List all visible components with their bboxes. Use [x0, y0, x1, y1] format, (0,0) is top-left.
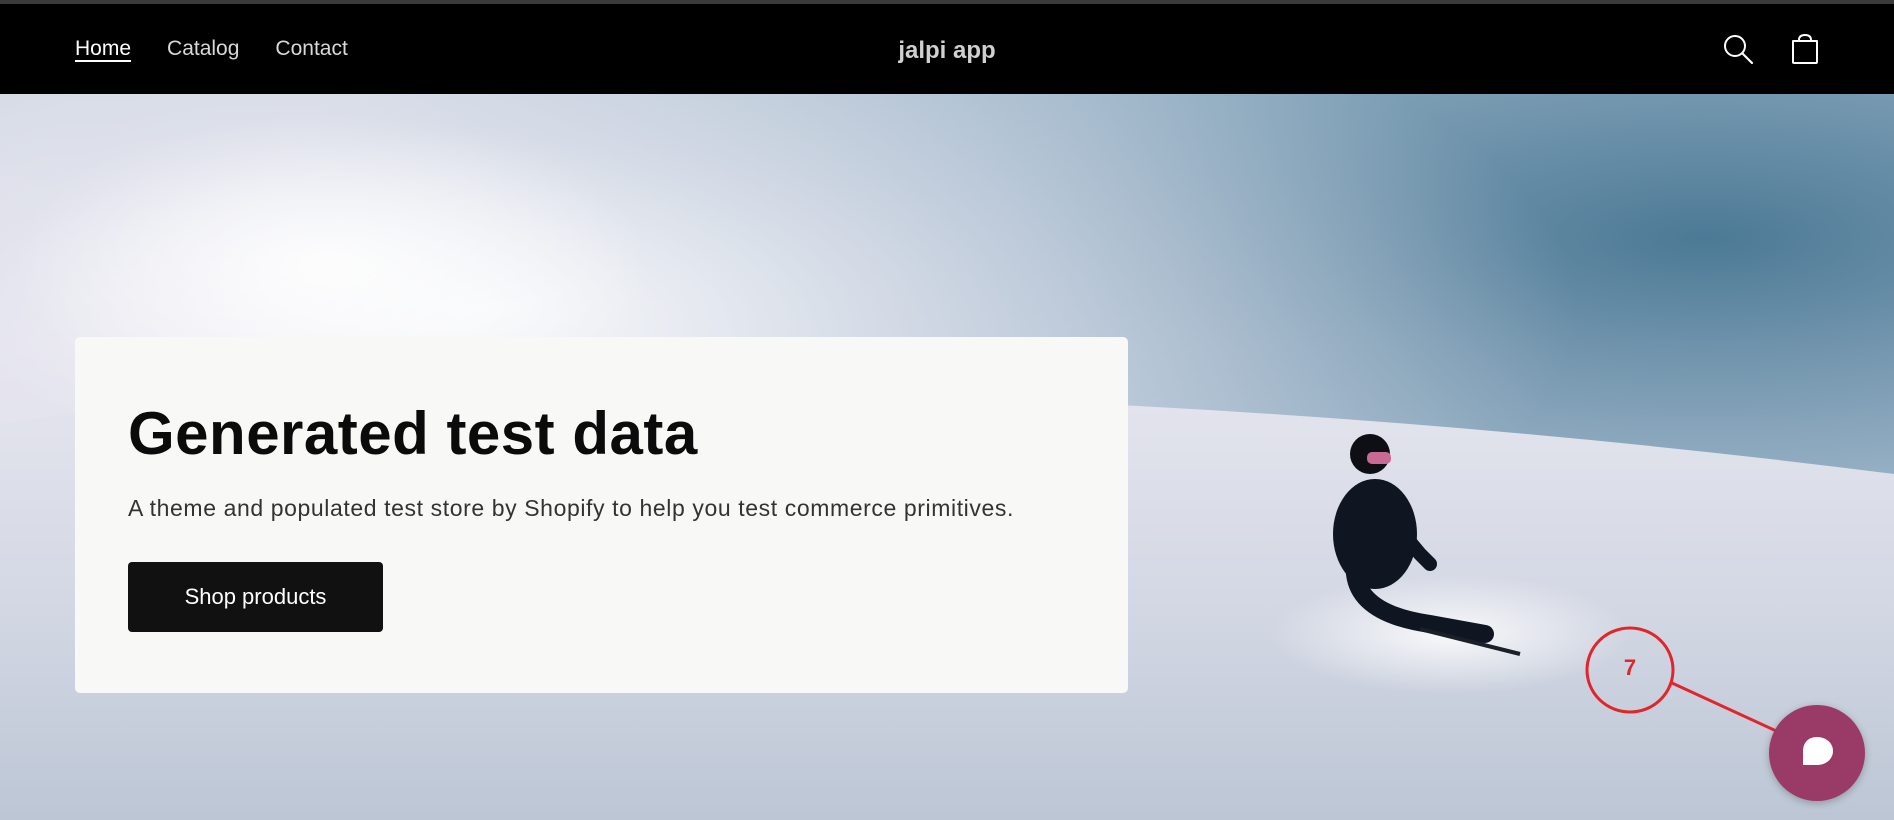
- cart-button[interactable]: [1784, 28, 1826, 70]
- chat-bubble-icon: [1803, 737, 1833, 765]
- shop-products-button[interactable]: Shop products: [128, 562, 383, 632]
- hero-subtitle: A theme and populated test store by Shop…: [128, 495, 1014, 521]
- chat-button[interactable]: [1769, 705, 1865, 801]
- hero-banner: Generated test data A theme and populate…: [0, 94, 1894, 820]
- hero-card: Generated test data A theme and populate…: [75, 337, 1128, 693]
- search-icon: [1724, 35, 1754, 65]
- search-button[interactable]: [1717, 28, 1759, 70]
- cart-icon: [1792, 33, 1818, 64]
- page: Home Catalog Contact jalpi app Generated…: [0, 0, 1894, 820]
- site-header: Home Catalog Contact jalpi app: [0, 4, 1894, 94]
- hero-title: Generated test data: [128, 400, 698, 467]
- annotation-label: 7: [1623, 655, 1637, 680]
- store-brand[interactable]: jalpi app: [0, 37, 1894, 65]
